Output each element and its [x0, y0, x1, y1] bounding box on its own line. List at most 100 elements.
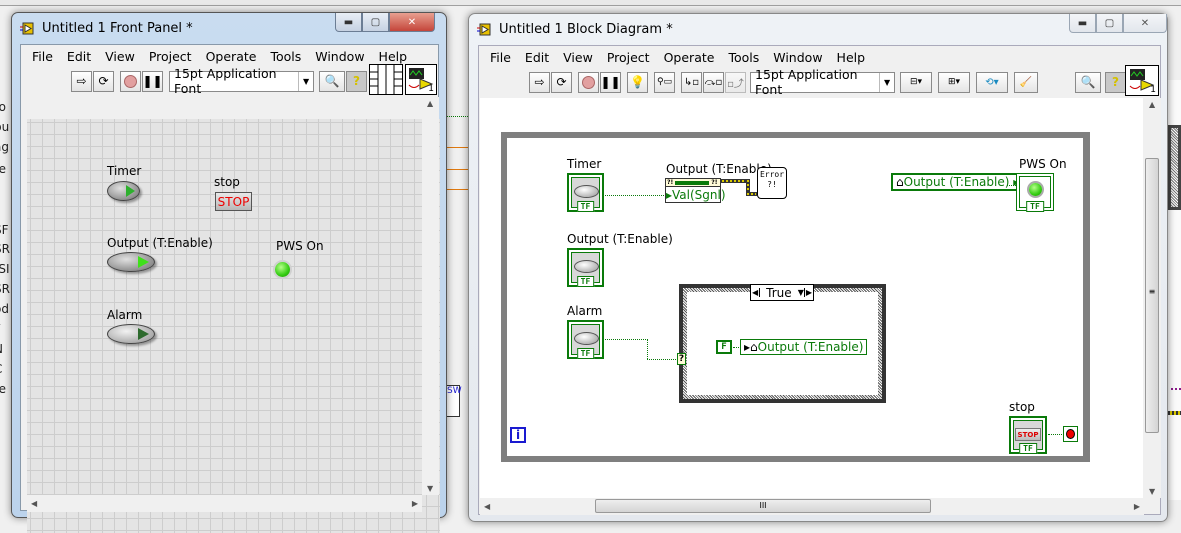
- maximize-button[interactable]: ▢: [1096, 14, 1123, 33]
- front-panel-vertical-scrollbar[interactable]: ▲ ▼: [422, 97, 439, 495]
- boolean-wire[interactable]: [1048, 434, 1064, 435]
- menu-window[interactable]: Window: [308, 49, 371, 64]
- alarm-button[interactable]: [107, 324, 155, 344]
- case-selector-terminal[interactable]: ?: [677, 353, 686, 365]
- false-constant[interactable]: F: [716, 340, 732, 354]
- case-selector-label[interactable]: ◀ True ▼ ▶: [750, 284, 814, 301]
- step-over-button[interactable]: ⤼▫: [703, 71, 724, 93]
- step-into-button[interactable]: ↳▫: [681, 71, 702, 93]
- align-objects-button[interactable]: ⊟▾: [900, 71, 932, 93]
- stop-terminal[interactable]: STOP TF: [1009, 416, 1047, 454]
- reorder-button[interactable]: ⟲▾: [976, 71, 1008, 93]
- timer-button[interactable]: [107, 181, 140, 201]
- property-node[interactable]: ?!?! ▸Val(Sgnl): [665, 178, 726, 203]
- run-button[interactable]: ⇨: [71, 70, 92, 92]
- clean-up-diagram-button[interactable]: 🧹: [1014, 71, 1038, 93]
- search-icon: 🔍: [1080, 75, 1096, 89]
- menu-window[interactable]: Window: [766, 50, 829, 65]
- local-variable-case[interactable]: ▸⌂Output (T:Enable): [740, 339, 868, 355]
- front-panel-canvas[interactable]: Timer stop STOP Output (T:Enable) PWS On…: [27, 119, 440, 533]
- loop-condition-terminal[interactable]: [1063, 426, 1078, 442]
- simple-error-handler[interactable]: Error ?!: [757, 167, 787, 199]
- menu-operate[interactable]: Operate: [657, 50, 722, 65]
- boolean-wire[interactable]: [605, 195, 666, 196]
- block-diagram-horizontal-scrollbar[interactable]: ◀ III ▶: [480, 498, 1144, 515]
- vertical-scroll-thumb[interactable]: ≡: [1145, 158, 1159, 433]
- output-button[interactable]: [107, 252, 155, 272]
- pws-on-led[interactable]: [275, 262, 290, 277]
- menu-file[interactable]: File: [483, 50, 518, 65]
- alarm-terminal[interactable]: TF: [567, 320, 604, 359]
- abort-button[interactable]: [578, 71, 599, 93]
- menu-bar: File Edit View Project Operate Tools Win…: [21, 45, 414, 67]
- menu-project[interactable]: Project: [600, 50, 657, 65]
- scroll-up-icon[interactable]: ▲: [427, 99, 433, 108]
- block-diagram-canvas[interactable]: Timer TF Output (T:Enable) ?!?! ▸Val(Sgn…: [480, 98, 1143, 498]
- vi-icon-number: 1: [428, 84, 434, 94]
- scroll-down-icon[interactable]: ▼: [427, 484, 433, 493]
- run-button[interactable]: ⇨: [529, 71, 550, 93]
- horizontal-scroll-thumb[interactable]: III: [595, 499, 931, 513]
- menu-file[interactable]: File: [25, 49, 60, 64]
- menu-tools[interactable]: Tools: [721, 50, 766, 65]
- maximize-button[interactable]: ▢: [362, 13, 389, 32]
- menu-help[interactable]: Help: [830, 50, 873, 65]
- boolean-wire[interactable]: [647, 359, 680, 360]
- scroll-right-icon[interactable]: ▶: [412, 499, 418, 508]
- menu-project[interactable]: Project: [142, 49, 199, 64]
- retain-wire-values-button[interactable]: ⚲▭: [654, 71, 675, 93]
- pws-on-terminal[interactable]: TF: [1016, 173, 1054, 212]
- context-help-button[interactable]: ?: [346, 70, 367, 92]
- search-button[interactable]: 🔍: [319, 70, 345, 92]
- vi-icon-pane[interactable]: 1: [1125, 65, 1159, 96]
- menu-operate[interactable]: Operate: [199, 49, 264, 64]
- menu-tools[interactable]: Tools: [263, 49, 308, 64]
- menu-edit[interactable]: Edit: [60, 49, 98, 64]
- iteration-terminal[interactable]: i: [510, 427, 526, 443]
- pause-button[interactable]: ❚❚: [142, 70, 163, 92]
- menu-help[interactable]: Help: [372, 49, 415, 64]
- block-diagram-titlebar[interactable]: Untitled 1 Block Diagram * ▬ ▢ ✕: [469, 14, 1167, 44]
- menu-view[interactable]: View: [98, 49, 142, 64]
- menu-view[interactable]: View: [556, 50, 600, 65]
- highlight-execution-button[interactable]: 💡: [627, 71, 648, 93]
- close-button[interactable]: ✕: [1123, 14, 1167, 33]
- connector-pane[interactable]: [369, 64, 403, 95]
- led-arrow-icon: [138, 328, 149, 340]
- font-selector[interactable]: 15pt Application Font ▼: [169, 66, 314, 96]
- stop-button[interactable]: STOP: [215, 192, 252, 211]
- boolean-wire[interactable]: [647, 339, 648, 359]
- output-terminal[interactable]: TF: [567, 248, 604, 287]
- search-button[interactable]: 🔍: [1075, 71, 1101, 93]
- distribute-objects-button[interactable]: ⊞▾: [938, 71, 970, 93]
- menu-edit[interactable]: Edit: [518, 50, 556, 65]
- local-variable-output[interactable]: ⌂Output (T:Enable) ▸: [891, 173, 1025, 191]
- boolean-icon: [574, 332, 599, 345]
- step-out-button[interactable]: ▫⤴: [725, 71, 746, 93]
- boolean-wire[interactable]: [1007, 185, 1016, 186]
- boolean-wire[interactable]: [605, 339, 648, 340]
- block-diagram-vertical-scrollbar[interactable]: ▲ ≡ ▼: [1144, 98, 1161, 498]
- font-selector[interactable]: 15pt Application Font ▼: [750, 67, 895, 97]
- abort-button[interactable]: [120, 70, 141, 92]
- pause-button[interactable]: ❚❚: [600, 71, 621, 93]
- decrement-case-icon[interactable]: ◀: [751, 288, 761, 297]
- scroll-up-icon[interactable]: ▲: [1149, 100, 1155, 109]
- context-help-button[interactable]: ?: [1105, 71, 1126, 93]
- front-panel-titlebar[interactable]: Untitled 1 Front Panel * ▬ ▢ ✕: [12, 13, 446, 43]
- reorder-icon: ⟲▾: [985, 76, 999, 88]
- run-continuously-button[interactable]: ⟳: [93, 70, 114, 92]
- scroll-down-icon[interactable]: ▼: [1149, 487, 1155, 496]
- increment-case-icon[interactable]: ▶: [803, 288, 813, 297]
- minimize-button[interactable]: ▬: [1069, 14, 1096, 33]
- run-continuously-button[interactable]: ⟳: [551, 71, 572, 93]
- scroll-right-icon[interactable]: ▶: [1134, 502, 1140, 511]
- front-panel-horizontal-scrollbar[interactable]: ◀ ▶: [27, 495, 422, 512]
- vi-icon-pane[interactable]: 1: [405, 64, 437, 95]
- close-button[interactable]: ✕: [389, 13, 435, 32]
- minimize-button[interactable]: ▬: [335, 13, 362, 32]
- timer-terminal[interactable]: TF: [567, 173, 604, 212]
- scroll-left-icon[interactable]: ◀: [484, 502, 490, 511]
- scroll-left-icon[interactable]: ◀: [31, 499, 37, 508]
- error-wire[interactable]: [746, 192, 757, 196]
